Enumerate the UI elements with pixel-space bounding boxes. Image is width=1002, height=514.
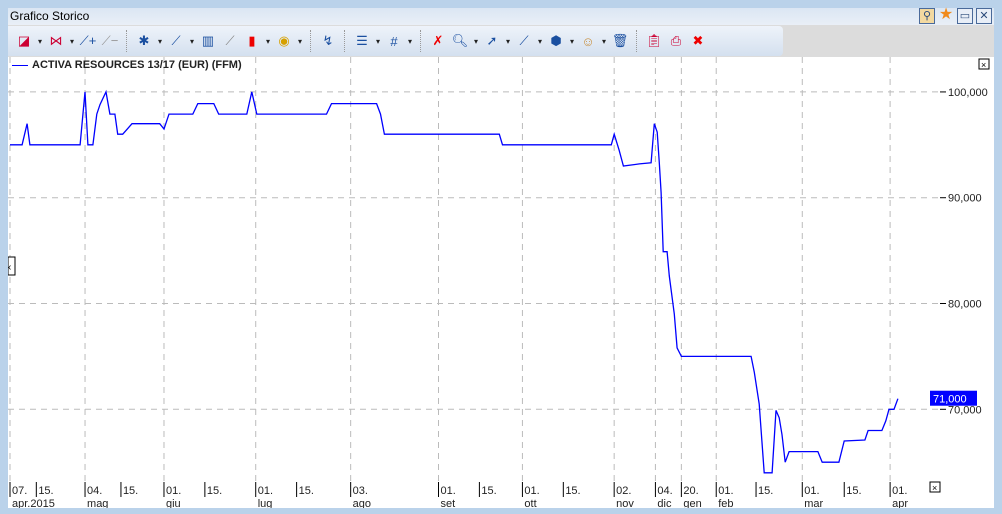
currency-icon[interactable]: ◉: [274, 31, 294, 51]
remove-indicator-icon[interactable]: ⟋−: [100, 31, 120, 51]
x-tick-day: 01.: [804, 485, 819, 497]
chart-legend: ACTIVA RESOURCES 13/17 (EUR) (FFM): [12, 59, 242, 71]
x-tick-day: 15.: [123, 485, 138, 497]
chevron-down-icon[interactable]: ▾: [504, 37, 512, 46]
x-tick-month: apr.2015: [12, 498, 55, 508]
x-tick-day: 15.: [758, 485, 773, 497]
x-tick-day: 01.: [718, 485, 733, 497]
legend-label: ACTIVA RESOURCES 13/17 (EUR) (FFM): [32, 59, 242, 71]
x-tick-day: 04.: [87, 485, 102, 497]
x-tick-month: nov: [616, 498, 634, 508]
x-tick-month: dic: [657, 498, 672, 508]
signal-icon[interactable]: ↯: [318, 31, 338, 51]
y-tick-label: 100,000: [948, 87, 988, 99]
y-tick-label: 70,000: [948, 404, 982, 416]
x-tick-day: 15.: [565, 485, 580, 497]
x-tick-month: ott: [524, 498, 536, 508]
chevron-down-icon[interactable]: ▾: [188, 37, 196, 46]
toolbar-separator: [420, 30, 422, 52]
volume-icon[interactable]: ▥: [198, 31, 218, 51]
x-tick-day: 15.: [38, 485, 53, 497]
chevron-down-icon[interactable]: ▾: [156, 37, 164, 46]
toolbar-separator: [636, 30, 638, 52]
window-title: Grafico Storico: [10, 9, 90, 23]
x-tick-day: 04.: [657, 485, 672, 497]
chart-window: Grafico Storico ⚲ ★ ▭ ✕ ◪ ▾ ⋈ ▾ ⟋+ ⟋− ✱ ▾ ⟋…: [7, 7, 994, 510]
chevron-down-icon[interactable]: ▾: [406, 37, 414, 46]
chevron-left-icon: ‹: [8, 262, 11, 273]
zoom-icon[interactable]: 🔍︎: [450, 31, 470, 51]
x-tick-day: 15.: [481, 485, 496, 497]
x-tick-month: gen: [683, 498, 701, 508]
price-chart[interactable]: 100,000 90,000 80,000 70,000 07. apr.2015 15. 0…: [7, 57, 994, 510]
overlay-icon[interactable]: ⟋: [220, 31, 240, 51]
chevron-down-icon[interactable]: ▾: [568, 37, 576, 46]
toolbar-separator: [310, 30, 312, 52]
x-tick-day: 15.: [299, 485, 314, 497]
x-tick-day: 01.: [524, 485, 539, 497]
last-value-label: 71,000: [933, 394, 967, 406]
x-tick-month: lug: [258, 498, 273, 508]
x-tick-day: 03.: [353, 485, 368, 497]
x-tick-day: 20.: [683, 485, 698, 497]
x-tick-day: 15.: [207, 485, 222, 497]
clipboard-icon[interactable]: 📋︎: [644, 31, 664, 51]
add-indicator-icon[interactable]: ⟋+: [78, 31, 98, 51]
y-tick-label: 90,000: [948, 193, 982, 205]
print-icon[interactable]: ⎙: [666, 31, 686, 51]
chart-type-icon[interactable]: ◪: [14, 31, 34, 51]
x-tick-day: 02.: [616, 485, 631, 497]
x-tick-month: giu: [166, 498, 181, 508]
candlestick-icon[interactable]: ▮: [242, 31, 262, 51]
x-tick-month: apr: [892, 498, 908, 508]
cursor-icon[interactable]: ➚: [482, 31, 502, 51]
chevron-down-icon[interactable]: ▾: [296, 37, 304, 46]
x-tick-month: set: [440, 498, 455, 508]
chart-svg: 100,00090,00080,00070,00007.apr.201515. 0…: [7, 57, 990, 510]
star-icon[interactable]: ★: [938, 7, 954, 24]
trendline-icon[interactable]: ⟋: [166, 31, 186, 51]
x-tick-month: ago: [353, 498, 371, 508]
toolbar-separator: [344, 30, 346, 52]
chevron-down-icon[interactable]: ▾: [374, 37, 382, 46]
chevron-down-icon[interactable]: ▾: [68, 37, 76, 46]
fill-icon[interactable]: ⬢: [546, 31, 566, 51]
trash-icon[interactable]: 🗑︎: [610, 31, 630, 51]
chevron-down-icon[interactable]: ▾: [472, 37, 480, 46]
y-tick-label: 80,000: [948, 299, 982, 311]
face-icon[interactable]: ☺: [578, 31, 598, 51]
close-axis-icon: ×: [932, 483, 937, 493]
maximize-icon[interactable]: ▭: [957, 8, 973, 24]
grid-icon[interactable]: #: [384, 31, 404, 51]
x-tick-day: 15.: [846, 485, 861, 497]
favorites-icon[interactable]: ⚲: [919, 8, 935, 24]
close-legend-icon: ×: [981, 60, 986, 70]
chevron-down-icon[interactable]: ▾: [536, 37, 544, 46]
lines-icon[interactable]: ☰: [352, 31, 372, 51]
chevron-down-icon[interactable]: ▾: [264, 37, 272, 46]
title-bar: Grafico Storico ⚲ ★ ▭ ✕: [8, 7, 994, 25]
x-tick-day: 01.: [166, 485, 181, 497]
x-tick-day: 01.: [440, 485, 455, 497]
line-tool-icon[interactable]: ⟋: [514, 31, 534, 51]
close-icon[interactable]: ✕: [976, 8, 992, 24]
x-tick-month: mag: [87, 498, 108, 508]
x-tick-month: mar: [804, 498, 823, 508]
delete-drawing-icon[interactable]: ✗: [428, 31, 448, 51]
x-tick-day: 01.: [258, 485, 273, 497]
x-tick-day: 07.: [12, 485, 27, 497]
toolbar-separator: [126, 30, 128, 52]
x-tick-month: feb: [718, 498, 733, 508]
compare-icon[interactable]: ⋈: [46, 31, 66, 51]
toolbar: ◪ ▾ ⋈ ▾ ⟋+ ⟋− ✱ ▾ ⟋ ▾ ▥ ⟋ ▮ ▾ ◉ ▾ ↯ ☰ ▾ # ▾ ✗ 🔍︎…: [8, 25, 994, 57]
chevron-down-icon[interactable]: ▾: [36, 37, 44, 46]
x-tick-day: 01.: [892, 485, 907, 497]
price-series-line: [10, 89, 899, 474]
export-icon[interactable]: ✖: [688, 31, 708, 51]
legend-line-swatch: [12, 64, 28, 66]
new-study-icon[interactable]: ✱: [134, 31, 154, 51]
chevron-down-icon[interactable]: ▾: [600, 37, 608, 46]
